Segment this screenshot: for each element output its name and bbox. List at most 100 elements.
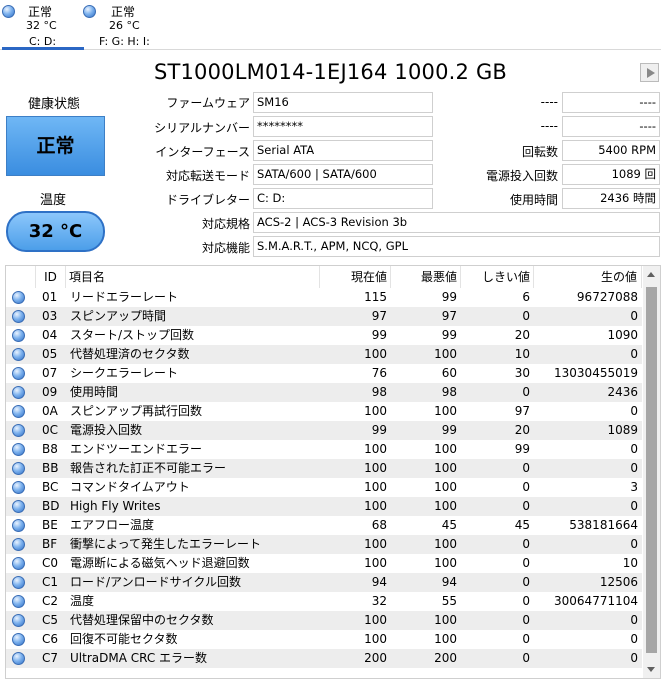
attribute-id: BD bbox=[42, 499, 60, 513]
current-value: 76 bbox=[371, 366, 387, 380]
table-row[interactable]: C7 UltraDMA CRC エラー数 200 200 0 0 bbox=[6, 649, 642, 668]
attribute-name: 報告された訂正不可能エラー bbox=[70, 461, 227, 475]
disk-title: ST1000LM014-1EJ164 1000.2 GB bbox=[153, 60, 508, 84]
table-row[interactable]: 0C 電源投入回数 99 99 20 1089 bbox=[6, 421, 642, 440]
status-dot-icon bbox=[12, 386, 25, 399]
table-row[interactable]: BF 衝撃によって発生したエラーレート 100 100 0 0 bbox=[6, 535, 642, 554]
table-row[interactable]: 01 リードエラーレート 115 99 6 96727088 bbox=[6, 288, 642, 307]
attribute-id: 01 bbox=[42, 290, 58, 304]
scroll-down-icon[interactable] bbox=[647, 667, 655, 672]
attribute-name: 代替処理保留中のセクタ数 bbox=[70, 613, 214, 627]
status-dot-icon bbox=[12, 462, 25, 475]
threshold-value: 0 bbox=[522, 499, 530, 513]
disk-tab-2[interactable]: 正常 26 °C F: G: H: I: bbox=[83, 0, 165, 50]
threshold-value: 97 bbox=[514, 404, 530, 418]
current-value: 97 bbox=[371, 309, 387, 323]
attribute-id: C0 bbox=[42, 556, 59, 570]
current-value: 115 bbox=[364, 290, 387, 304]
serial-label: シリアルナンバー bbox=[154, 121, 250, 135]
disk-tab-bar: 正常 32 °C C: D: 正常 26 °C F: G: H: I: bbox=[0, 0, 661, 50]
temperature-button[interactable]: 32 °C bbox=[6, 211, 105, 252]
table-row[interactable]: 04 スタート/ストップ回数 99 99 20 1090 bbox=[6, 326, 642, 345]
vertical-scrollbar[interactable] bbox=[643, 266, 660, 678]
current-value: 100 bbox=[364, 442, 387, 456]
table-row[interactable]: C0 電源断による磁気ヘッド退避回数 100 100 0 10 bbox=[6, 554, 642, 573]
header-threshold[interactable]: しきい値 bbox=[461, 266, 534, 288]
worst-value: 98 bbox=[441, 385, 457, 399]
attribute-name: スピンアップ時間 bbox=[70, 309, 167, 323]
current-value: 100 bbox=[364, 404, 387, 418]
header-id[interactable]: ID bbox=[36, 266, 66, 288]
threshold-value: 45 bbox=[514, 518, 530, 532]
table-row[interactable]: 07 シークエラーレート 76 60 30 13030455019 bbox=[6, 364, 642, 383]
raw-value: 2436 bbox=[607, 385, 638, 399]
attribute-id: C5 bbox=[42, 613, 59, 627]
threshold-value: 30 bbox=[514, 366, 530, 380]
attribute-name: シークエラーレート bbox=[70, 366, 179, 380]
table-row[interactable]: C1 ロード/アンロードサイクル回数 94 94 0 12506 bbox=[6, 573, 642, 592]
table-row[interactable]: BD High Fly Writes 100 100 0 0 bbox=[6, 497, 642, 516]
attribute-id: BC bbox=[42, 480, 59, 494]
health-status-button[interactable]: 正常 bbox=[6, 116, 105, 176]
disk-tab-1[interactable]: 正常 32 °C C: D: bbox=[2, 0, 84, 50]
raw-value: 12506 bbox=[599, 575, 638, 589]
table-row[interactable]: BB 報告された訂正不可能エラー 100 100 0 0 bbox=[6, 459, 642, 478]
status-dot-icon bbox=[12, 538, 25, 551]
attribute-name: エンドツーエンドエラー bbox=[70, 442, 203, 456]
table-row[interactable]: 0A スピンアップ再試行回数 100 100 97 0 bbox=[6, 402, 642, 421]
transfer-mode-field: SATA/600 | SATA/600 bbox=[253, 164, 433, 185]
next-disk-button[interactable] bbox=[640, 63, 659, 82]
temperature-label: 温度 bbox=[40, 193, 67, 208]
table-row[interactable]: C6 回復不可能セクタ数 100 100 0 0 bbox=[6, 630, 642, 649]
table-row[interactable]: 05 代替処理済のセクタ数 100 100 10 0 bbox=[6, 345, 642, 364]
attribute-name: リードエラーレート bbox=[70, 290, 179, 304]
disk-drives: C: D: bbox=[29, 35, 57, 48]
threshold-value: 0 bbox=[522, 309, 530, 323]
worst-value: 99 bbox=[441, 423, 457, 437]
current-value: 100 bbox=[364, 537, 387, 551]
disk-drives: F: G: H: I: bbox=[99, 35, 150, 48]
table-row[interactable]: 03 スピンアップ時間 97 97 0 0 bbox=[6, 307, 642, 326]
worst-value: 97 bbox=[441, 309, 457, 323]
header-name[interactable]: 項目名 bbox=[66, 266, 320, 288]
status-dot-icon bbox=[12, 348, 25, 361]
worst-value: 60 bbox=[441, 366, 457, 380]
status-dot-icon bbox=[12, 595, 25, 608]
current-value: 32 bbox=[371, 594, 387, 608]
status-dot-icon bbox=[12, 405, 25, 418]
drive-letter-label: ドライブレター bbox=[165, 193, 250, 207]
status-dot-icon bbox=[12, 614, 25, 627]
scroll-thumb[interactable] bbox=[646, 287, 657, 653]
header-current[interactable]: 現在値 bbox=[320, 266, 391, 288]
attribute-id: C6 bbox=[42, 632, 59, 646]
table-row[interactable]: B8 エンドツーエンドエラー 100 100 99 0 bbox=[6, 440, 642, 459]
table-row[interactable]: C5 代替処理保留中のセクタ数 100 100 0 0 bbox=[6, 611, 642, 630]
table-row[interactable]: C2 温度 32 55 0 30064771104 bbox=[6, 592, 642, 611]
header-raw[interactable]: 生の値 bbox=[534, 266, 642, 288]
power-on-count-field: 1089 回 bbox=[562, 164, 660, 185]
current-value: 100 bbox=[364, 632, 387, 646]
raw-value: 0 bbox=[630, 537, 638, 551]
threshold-value: 20 bbox=[514, 423, 530, 437]
power-on-hours-field: 2436 時間 bbox=[562, 188, 660, 209]
current-value: 200 bbox=[364, 651, 387, 665]
firmware-label: ファームウェア bbox=[166, 96, 250, 110]
raw-value: 0 bbox=[630, 632, 638, 646]
current-value: 100 bbox=[364, 480, 387, 494]
table-row[interactable]: 09 使用時間 98 98 0 2436 bbox=[6, 383, 642, 402]
threshold-value: 0 bbox=[522, 575, 530, 589]
attribute-id: B8 bbox=[42, 442, 58, 456]
status-dot-icon bbox=[12, 310, 25, 323]
header-worst[interactable]: 最悪値 bbox=[391, 266, 461, 288]
status-dot-icon bbox=[12, 329, 25, 342]
table-row[interactable]: BE エアフロー温度 68 45 45 538181664 bbox=[6, 516, 642, 535]
attribute-id: C7 bbox=[42, 651, 59, 665]
worst-value: 99 bbox=[441, 290, 457, 304]
attribute-id: 04 bbox=[42, 328, 58, 342]
reserved-label-2: ---- bbox=[540, 119, 558, 133]
table-row[interactable]: BC コマンドタイムアウト 100 100 0 3 bbox=[6, 478, 642, 497]
scroll-up-icon[interactable] bbox=[647, 272, 655, 277]
worst-value: 100 bbox=[434, 442, 457, 456]
attribute-id: 07 bbox=[42, 366, 58, 380]
worst-value: 200 bbox=[434, 651, 457, 665]
